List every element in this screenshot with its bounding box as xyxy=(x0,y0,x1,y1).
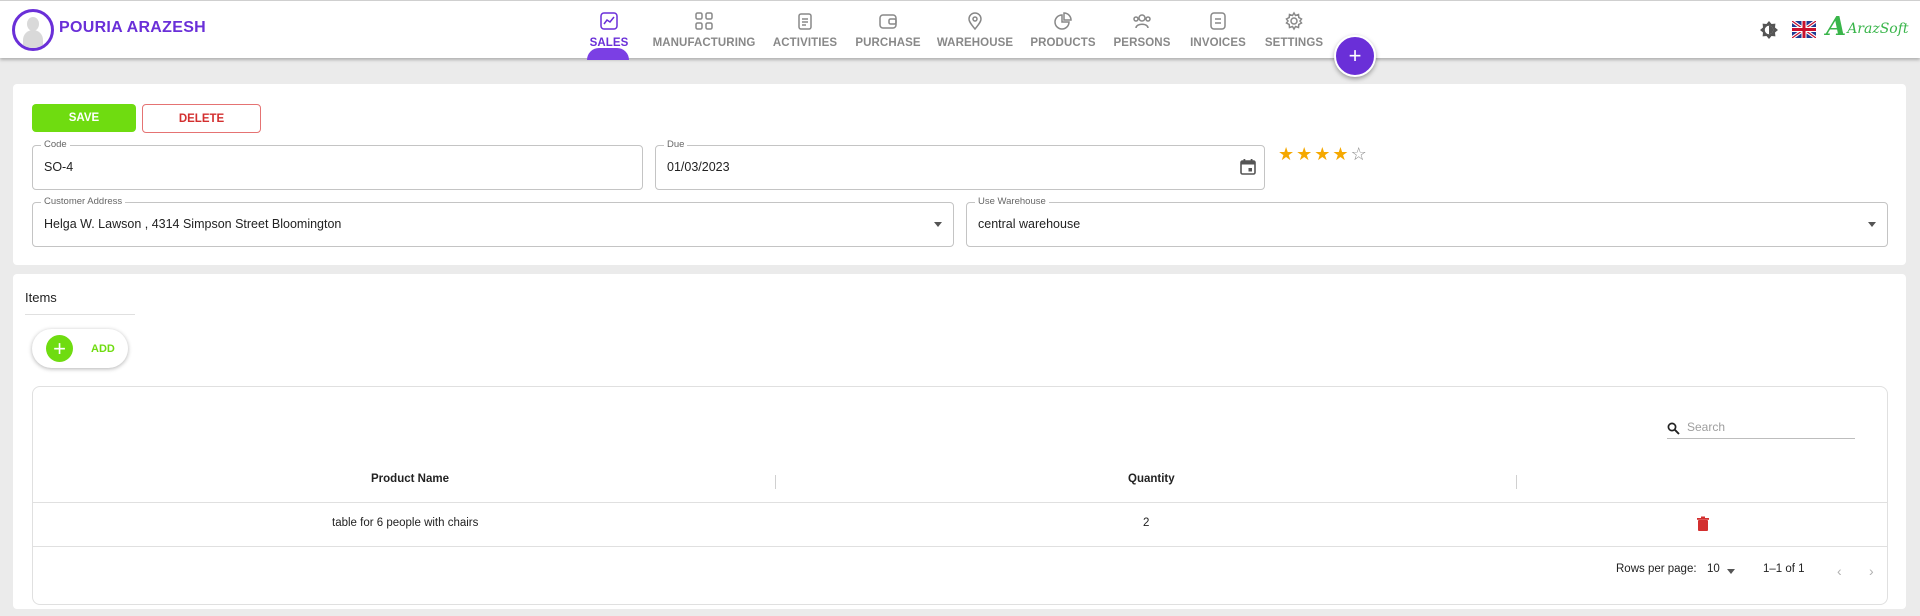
search-icon xyxy=(1667,422,1680,435)
nav-invoices[interactable]: INVOICES xyxy=(1190,1,1246,59)
nav-label: PURCHASE xyxy=(855,37,921,49)
use-warehouse-label: Use Warehouse xyxy=(975,196,1049,208)
theme-toggle-icon[interactable] xyxy=(1759,20,1779,40)
column-separator xyxy=(775,475,776,489)
star-empty-icon[interactable]: ☆ xyxy=(1351,145,1367,163)
people-icon xyxy=(1132,11,1152,31)
gear-icon xyxy=(1284,11,1304,31)
search-input[interactable] xyxy=(1687,418,1847,436)
add-item-button[interactable]: + ADD xyxy=(32,329,128,368)
nav-manufacturing[interactable]: MANUFACTURING xyxy=(653,1,755,59)
use-warehouse-value: central warehouse xyxy=(978,217,1081,231)
code-value: SO-4 xyxy=(44,160,74,174)
clipboard-icon xyxy=(795,11,815,31)
star-filled-icon[interactable]: ★ xyxy=(1278,145,1294,163)
cell-product-name: table for 6 people with chairs xyxy=(332,517,479,529)
trash-icon[interactable] xyxy=(1696,516,1710,532)
star-filled-icon[interactable]: ★ xyxy=(1332,145,1348,163)
nav-settings[interactable]: SETTINGS xyxy=(1264,1,1324,59)
nav-persons[interactable]: PERSONS xyxy=(1113,1,1171,59)
save-button[interactable]: SAVE xyxy=(32,104,136,132)
document-icon xyxy=(1208,11,1228,31)
items-table: Product Name Quantity table for 6 people… xyxy=(32,386,1888,605)
row-divider xyxy=(33,546,1887,547)
divider xyxy=(25,314,135,315)
chevron-down-icon xyxy=(934,222,942,227)
rows-per-page-select[interactable]: 10 xyxy=(1707,563,1720,575)
pie-chart-icon xyxy=(1053,11,1073,31)
nav-label: ACTIVITIES xyxy=(772,37,838,49)
nav-purchase[interactable]: PURCHASE xyxy=(855,1,921,59)
plus-circle-icon: + xyxy=(46,335,73,362)
customer-address-value: Helga W. Lawson , 4314 Simpson Street Bl… xyxy=(44,217,342,231)
active-tab-indicator xyxy=(587,48,629,60)
column-separator xyxy=(1516,475,1517,489)
language-flag-icon[interactable] xyxy=(1791,19,1817,40)
chevron-down-icon xyxy=(1868,222,1876,227)
sales-order-form: SAVE DELETE Code SO-4 Due 01/03/2023 ★ ★ ★… xyxy=(13,84,1906,265)
items-section: Items + ADD Product Name Quantity table … xyxy=(13,274,1906,609)
code-label: Code xyxy=(41,139,70,151)
user-avatar[interactable] xyxy=(12,9,54,51)
header-divider xyxy=(33,502,1887,503)
chevron-down-icon[interactable] xyxy=(1727,569,1735,574)
username: POURIA ARAZESH xyxy=(59,19,207,36)
nav-label: WAREHOUSE xyxy=(936,37,1014,49)
column-header-product-name[interactable]: Product Name xyxy=(371,473,449,485)
due-value: 01/03/2023 xyxy=(667,160,730,174)
nav-label: PERSONS xyxy=(1113,37,1171,49)
due-date-field[interactable]: Due 01/03/2023 xyxy=(655,139,1265,190)
cell-quantity: 2 xyxy=(1143,517,1150,529)
star-filled-icon[interactable]: ★ xyxy=(1296,145,1312,163)
search-box[interactable] xyxy=(1667,417,1855,439)
use-warehouse-select[interactable]: Use Warehouse central warehouse xyxy=(966,196,1888,247)
delete-button[interactable]: DELETE xyxy=(142,104,261,133)
items-title: Items xyxy=(25,290,57,305)
customer-address-select[interactable]: Customer Address Helga W. Lawson , 4314 … xyxy=(32,196,954,247)
rating-stars[interactable]: ★ ★ ★ ★ ☆ xyxy=(1278,145,1367,163)
brand-logo: A ArazSoft xyxy=(1826,12,1909,42)
calendar-icon[interactable] xyxy=(1239,158,1257,176)
brand-mark: A xyxy=(1826,12,1847,42)
nav-products[interactable]: PRODUCTS xyxy=(1030,1,1096,59)
nav-activities[interactable]: ACTIVITIES xyxy=(772,1,838,59)
column-header-quantity[interactable]: Quantity xyxy=(1128,473,1175,485)
location-pin-icon xyxy=(965,11,985,31)
plus-icon: + xyxy=(1348,43,1362,68)
top-app-bar: POURIA ARAZESH SALES MANUFACTURING ACTIV… xyxy=(0,0,1920,60)
chevron-left-icon[interactable]: ‹ xyxy=(1837,563,1842,579)
code-field[interactable]: Code SO-4 xyxy=(32,139,643,190)
due-label: Due xyxy=(664,139,688,151)
add-fab-button[interactable]: + xyxy=(1334,35,1376,77)
nav-label: SETTINGS xyxy=(1264,37,1324,49)
chevron-right-icon[interactable]: › xyxy=(1869,563,1874,579)
nav-warehouse[interactable]: WAREHOUSE xyxy=(937,1,1013,59)
wallet-icon xyxy=(878,11,898,31)
chart-line-icon xyxy=(599,11,619,31)
brand-name: ArazSoft xyxy=(1847,21,1909,37)
star-filled-icon[interactable]: ★ xyxy=(1314,145,1330,163)
customer-address-label: Customer Address xyxy=(41,196,126,208)
grid-icon xyxy=(694,11,714,31)
nav-label: PRODUCTS xyxy=(1030,37,1096,49)
nav-label: INVOICES xyxy=(1190,37,1246,49)
rows-per-page-label: Rows per page: xyxy=(1616,563,1697,575)
nav-label: MANUFACTURING xyxy=(652,37,756,49)
add-label: ADD xyxy=(91,342,115,355)
pagination-range: 1–1 of 1 xyxy=(1763,563,1805,575)
